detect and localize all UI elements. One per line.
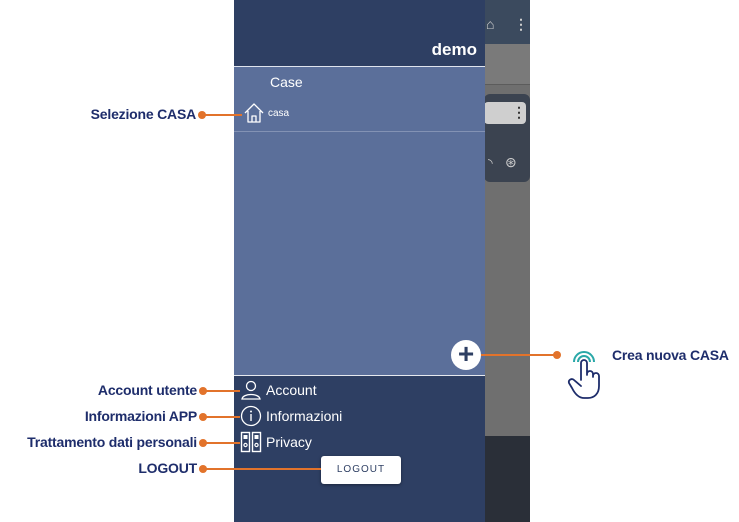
annotation-dot — [553, 351, 561, 359]
annotation-line — [205, 114, 242, 116]
plus-icon: + — [457, 338, 475, 369]
background-card-more-icon: ⋮ — [512, 104, 526, 120]
menu-item-info-label: Informazioni — [266, 408, 343, 424]
background-home-icon: ⌂ — [486, 16, 495, 32]
tap-hand-icon — [567, 351, 600, 399]
drawer-footer-divider — [234, 375, 485, 376]
annotation-line — [206, 442, 240, 444]
privacy-icon — [240, 431, 262, 453]
houses-section-label: Case — [270, 74, 303, 90]
annotation-line — [206, 416, 240, 418]
drawer-title: demo — [431, 40, 477, 59]
annotation-logout: LOGOUT — [138, 460, 197, 476]
menu-item-account[interactable]: Account — [240, 379, 317, 401]
user-icon — [241, 380, 261, 400]
logout-button[interactable]: LOGOUT — [321, 456, 401, 484]
annotation-line — [206, 390, 240, 392]
annotation-line — [206, 468, 321, 470]
annotation-info: Informazioni APP — [84, 408, 197, 424]
menu-item-account-label: Account — [266, 382, 317, 398]
background-more-icon: ⋮ — [514, 16, 528, 32]
annotation-line — [481, 354, 556, 356]
background-wifi-icon: ◝ — [488, 156, 493, 170]
annotation-create-house: Crea nuova CASA — [612, 347, 729, 363]
info-icon — [240, 405, 262, 427]
drawer-header-divider — [234, 66, 485, 67]
houses-divider — [234, 131, 485, 132]
house-name: casa — [268, 108, 290, 119]
menu-item-info[interactable]: Informazioni — [240, 405, 342, 427]
add-house-button[interactable]: + — [451, 340, 481, 370]
annotation-select-house: Selezione CASA — [90, 106, 197, 122]
house-icon — [244, 103, 264, 123]
background-globe-icon: ⊛ — [505, 154, 517, 170]
menu-item-privacy[interactable]: Privacy — [240, 431, 312, 453]
annotation-privacy: Trattamento dati personali — [27, 434, 197, 450]
menu-item-privacy-label: Privacy — [266, 434, 312, 450]
annotation-account: Account utente — [97, 382, 197, 398]
